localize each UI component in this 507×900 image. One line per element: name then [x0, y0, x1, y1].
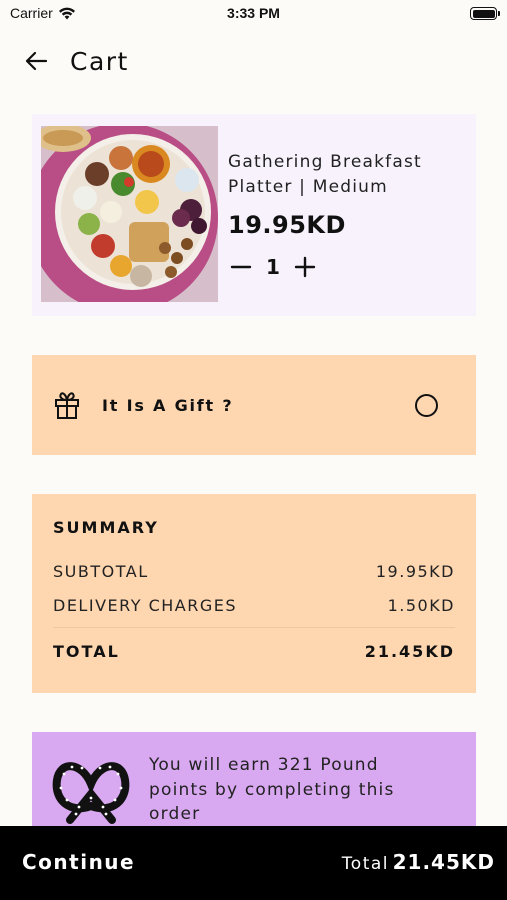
points-line2: points by completing this — [149, 779, 395, 800]
summary-divider — [53, 627, 455, 628]
subtotal-value: 19.95KD — [375, 562, 455, 581]
points-line1: You will earn 321 Pound — [149, 755, 379, 775]
gift-label: It Is A Gift ? — [102, 395, 234, 415]
order-summary: SUMMARY SUBTOTAL 19.95KD DELIVERY CHARGE… — [32, 494, 476, 693]
gift-option[interactable]: It Is A Gift ? — [32, 355, 476, 455]
footer-total-value: 21.45KD — [392, 850, 495, 874]
total-label: TOTAL — [53, 642, 120, 661]
decrement-button[interactable] — [228, 254, 254, 280]
gift-icon — [55, 392, 79, 419]
product-image[interactable] — [41, 126, 218, 302]
delivery-row: DELIVERY CHARGES 1.50KD — [53, 596, 455, 615]
quantity-stepper: 1 — [228, 254, 318, 280]
cart-item-card: Gathering Breakfast Platter | Medium 19.… — [32, 114, 476, 316]
platter-photo — [41, 126, 218, 302]
subtotal-row: SUBTOTAL 19.95KD — [53, 562, 455, 581]
product-name-line2: Platter | Medium — [228, 177, 388, 197]
page-title: Cart — [70, 46, 129, 76]
product-name-line1: Gathering Breakfast — [228, 152, 422, 172]
delivery-value: 1.50KD — [387, 596, 455, 615]
continue-button[interactable]: Continue — [22, 850, 135, 874]
quantity-value: 1 — [266, 255, 280, 279]
plus-icon — [294, 256, 316, 278]
total-row: TOTAL 21.45KD — [53, 642, 455, 661]
delivery-label: DELIVERY CHARGES — [53, 596, 237, 615]
checkout-bar: Continue Total 21.45KD — [0, 826, 507, 900]
battery-icon — [470, 7, 500, 20]
increment-button[interactable] — [292, 254, 318, 280]
gift-radio-button[interactable] — [415, 393, 438, 417]
footer-total-label: Total — [341, 854, 389, 874]
arrow-left-icon — [25, 51, 48, 71]
subtotal-label: SUBTOTAL — [53, 562, 149, 581]
summary-title: SUMMARY — [53, 518, 159, 537]
total-value: 21.45KD — [364, 642, 455, 661]
back-button[interactable] — [22, 47, 50, 75]
product-name: Gathering Breakfast Platter | Medium — [228, 150, 422, 200]
status-bar: Carrier 3:33 PM — [0, 0, 507, 28]
pretzel-icon — [52, 762, 130, 824]
points-line3: order — [149, 804, 201, 824]
minus-icon — [230, 265, 252, 269]
product-price: 19.95KD — [228, 211, 346, 239]
points-message: You will earn 321 Pound points by comple… — [149, 753, 449, 827]
status-time: 3:33 PM — [227, 5, 280, 21]
header: Cart — [22, 44, 129, 78]
